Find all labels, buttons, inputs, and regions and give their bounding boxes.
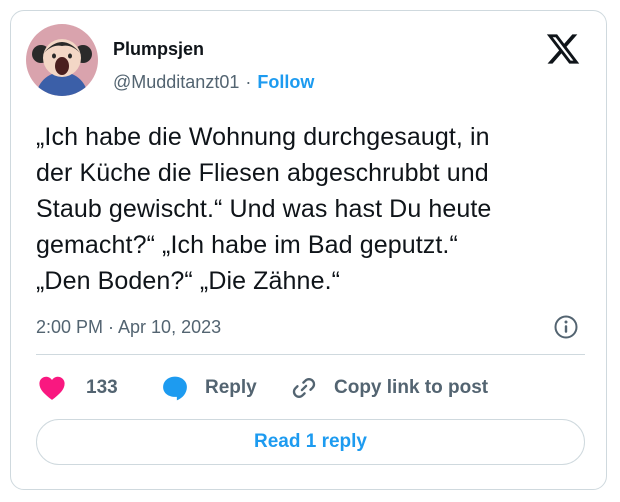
avatar-image [26, 24, 98, 96]
divider [36, 354, 585, 355]
author-handle-row: @Mudditanzt01 · Follow [113, 71, 314, 93]
info-icon[interactable] [553, 314, 579, 340]
read-replies-button[interactable]: Read 1 reply [36, 419, 585, 465]
separator-dot: · [245, 72, 252, 92]
reply-button[interactable]: Reply [161, 373, 257, 403]
x-logo-icon[interactable] [545, 31, 581, 67]
follow-button[interactable]: Follow [257, 72, 314, 92]
heart-icon [38, 375, 66, 401]
tweet-text: „Ich habe die Wohnung durchgesaugt, in d… [36, 123, 492, 295]
speech-bubble-icon [161, 374, 189, 402]
like-count: 133 [86, 377, 118, 398]
author-handle[interactable]: @Mudditanzt01 [113, 72, 239, 92]
copy-link-label: Copy link to post [334, 377, 489, 398]
reply-label: Reply [205, 377, 257, 398]
avatar[interactable] [26, 24, 98, 96]
like-button[interactable]: 133 [38, 373, 118, 403]
author-name[interactable]: Plumpsjen [113, 38, 204, 60]
link-icon [290, 374, 318, 402]
copy-link-button[interactable]: Copy link to post [290, 373, 488, 403]
tweet-timestamp[interactable]: 2:00 PM · Apr 10, 2023 [36, 316, 221, 338]
